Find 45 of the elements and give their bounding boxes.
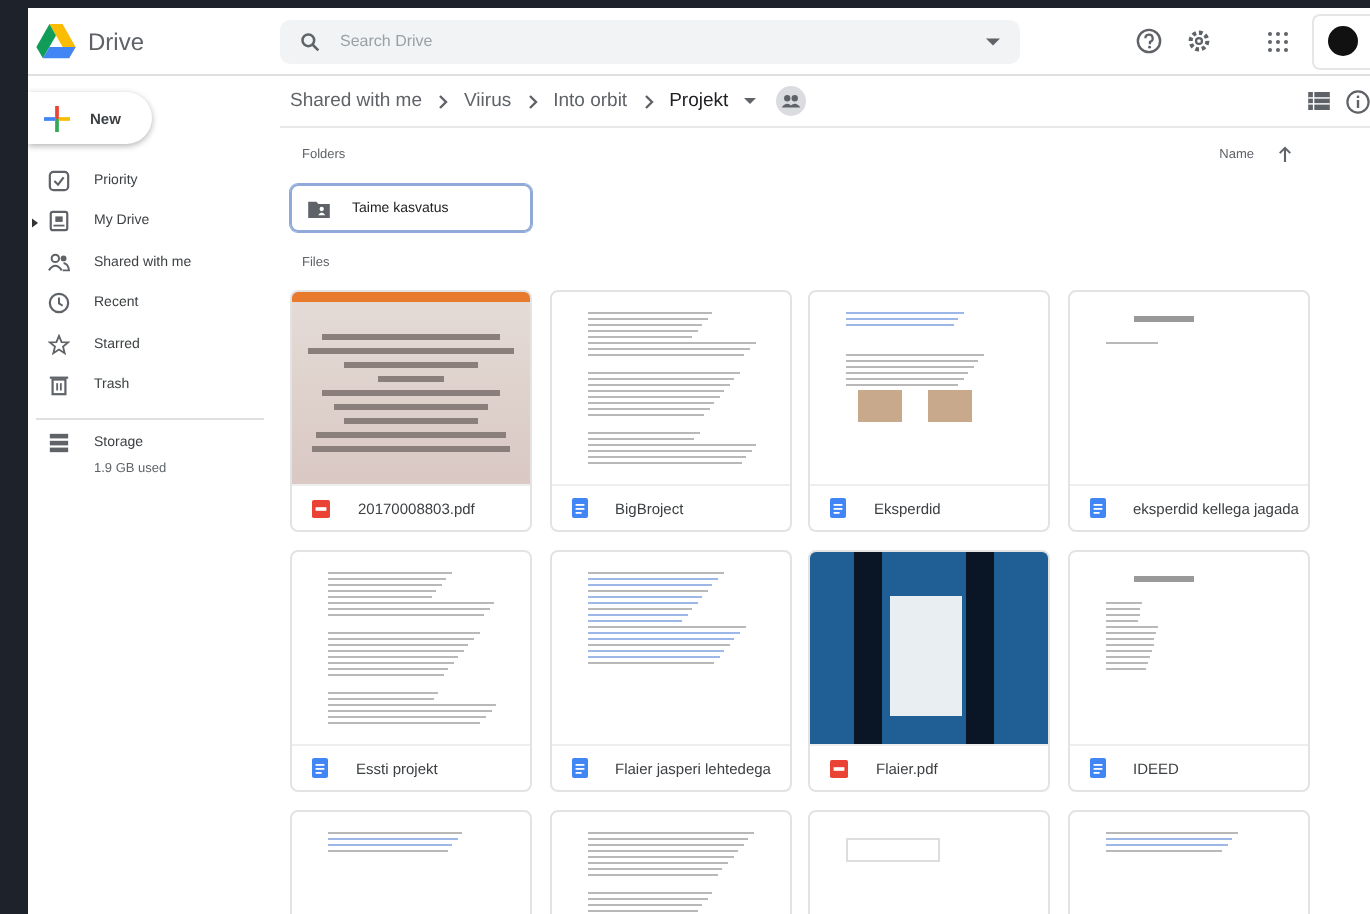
drive-icon (48, 210, 70, 233)
document-preview (1105, 832, 1238, 852)
chevron-icon (643, 93, 654, 109)
apps-grid-icon[interactable] (1268, 31, 1288, 51)
clock-icon (48, 292, 70, 315)
document-icon (312, 758, 328, 778)
document-icon (571, 498, 587, 518)
shared-people-icon[interactable] (776, 86, 807, 116)
breadcrumb-item[interactable]: Viirus (464, 90, 512, 112)
list-view-icon[interactable] (1308, 92, 1330, 110)
info-icon[interactable] (1346, 89, 1370, 113)
breadcrumb-item[interactable]: Into orbit (553, 90, 628, 112)
document-preview (1105, 312, 1193, 344)
checkbox-icon (48, 169, 70, 192)
document-icon (1089, 758, 1105, 778)
app-name: Drive (88, 27, 145, 55)
avatar[interactable] (1327, 26, 1357, 56)
plus-icon (44, 105, 70, 131)
drive-logo-icon (36, 23, 76, 59)
chevron-icon (527, 93, 538, 109)
chevron-icon (438, 93, 449, 109)
help-icon[interactable] (1136, 28, 1162, 54)
storage-icon (48, 432, 70, 454)
document-icon (1089, 498, 1105, 518)
people-icon (48, 251, 70, 274)
dropdown-caret-icon[interactable] (986, 37, 1000, 45)
pdf-icon (312, 499, 330, 517)
up-arrow-icon[interactable] (1278, 146, 1292, 162)
search-icon (300, 31, 320, 51)
settings-icon[interactable] (1186, 28, 1212, 54)
breadcrumb-item[interactable]: Shared with me (290, 90, 423, 112)
expand-arrow-icon[interactable] (32, 217, 38, 227)
document-preview (846, 832, 940, 862)
breadcrumb-item[interactable]: Projekt (669, 90, 729, 112)
search-field[interactable]: Search Drive (280, 19, 1020, 63)
shared-folder-icon (308, 199, 330, 217)
document-preview (846, 312, 984, 422)
dropdown-caret-icon[interactable] (744, 98, 757, 104)
document-preview (1105, 572, 1193, 670)
star-icon (48, 333, 70, 356)
document-icon (571, 758, 587, 778)
document-icon (830, 498, 846, 518)
document-preview (328, 832, 463, 852)
trash-icon (48, 374, 70, 397)
pdf-icon (830, 759, 848, 777)
